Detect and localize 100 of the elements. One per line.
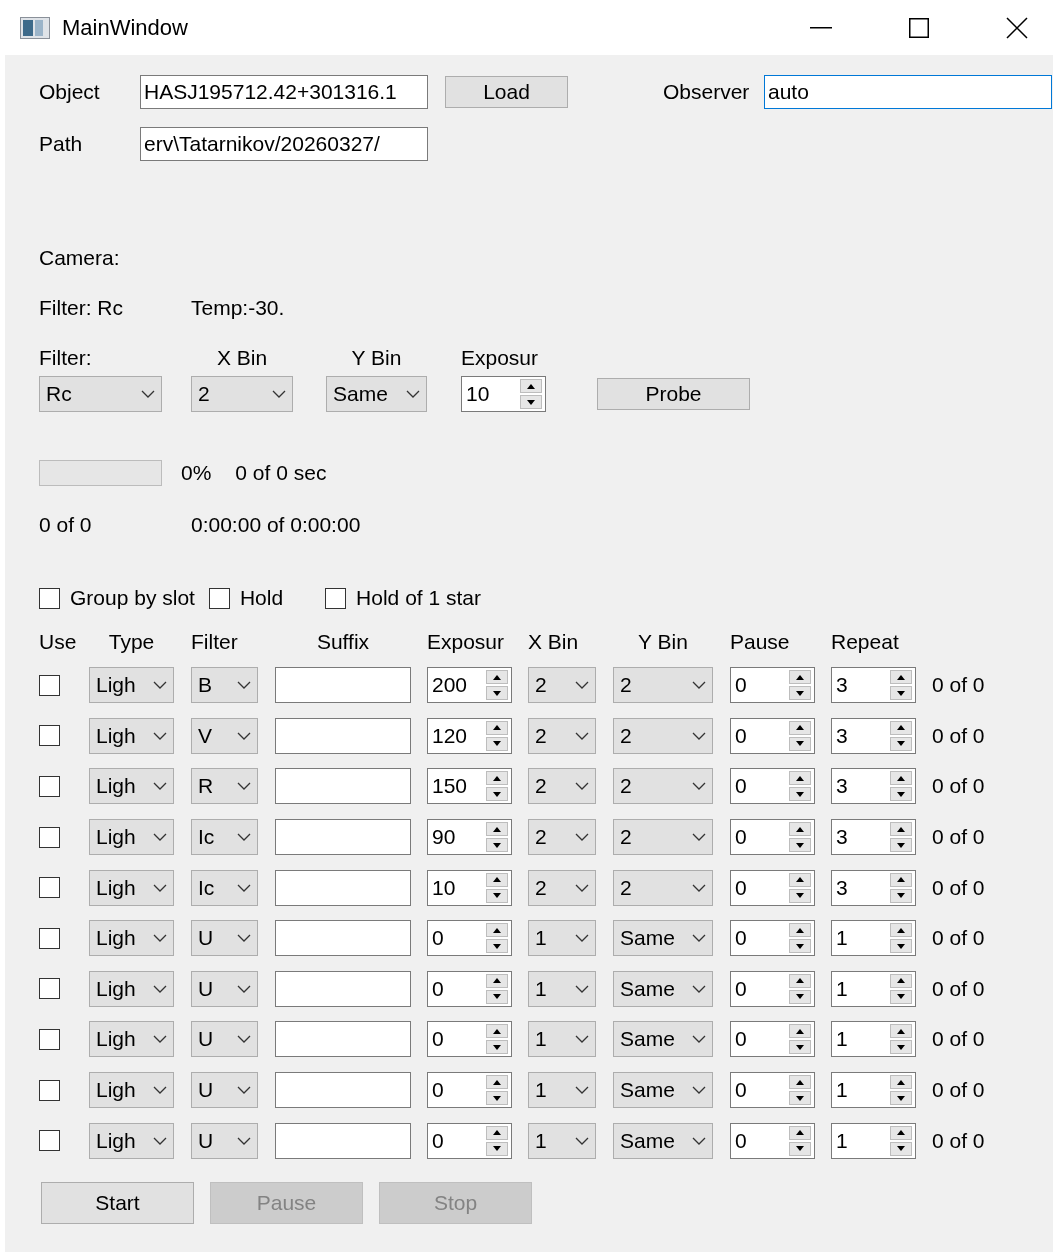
dropdown[interactable]: Ic — [191, 819, 258, 856]
step-up-button[interactable] — [486, 720, 508, 735]
dropdown[interactable]: 1 — [528, 920, 596, 957]
step-up-button[interactable] — [486, 1075, 508, 1090]
step-up-button[interactable] — [486, 670, 508, 685]
dropdown[interactable]: Ligh — [89, 1072, 174, 1109]
spin-box[interactable]: 1 — [831, 1021, 916, 1058]
step-up-button[interactable] — [789, 822, 811, 837]
dropdown[interactable]: Same — [613, 920, 713, 957]
step-up-button[interactable] — [486, 822, 508, 837]
step-down-button[interactable] — [789, 838, 811, 853]
dropdown[interactable]: Ligh — [89, 1122, 174, 1159]
checkbox[interactable] — [39, 725, 60, 747]
step-up-button[interactable] — [486, 973, 508, 988]
dropdown[interactable]: 1 — [528, 970, 596, 1007]
checkbox[interactable] — [39, 927, 60, 949]
step-up-button[interactable] — [890, 822, 912, 837]
checkbox[interactable] — [39, 877, 60, 899]
step-up-button[interactable] — [486, 872, 508, 887]
step-down-button[interactable] — [890, 1040, 912, 1055]
step-down-button[interactable] — [890, 888, 912, 903]
spin-box[interactable]: 0 — [427, 970, 512, 1007]
spin-box[interactable]: 0 — [730, 869, 815, 906]
dropdown[interactable]: Ligh — [89, 717, 174, 754]
spin-box[interactable]: 0 — [730, 1072, 815, 1109]
spin-box[interactable]: 3 — [831, 869, 916, 906]
spin-box[interactable]: 1 — [831, 1122, 916, 1159]
step-down-button[interactable] — [789, 1091, 811, 1106]
dropdown[interactable]: U — [191, 1021, 258, 1058]
step-down-button[interactable] — [520, 395, 542, 409]
dropdown[interactable]: R — [191, 768, 258, 805]
step-up-button[interactable] — [789, 872, 811, 887]
dropdown[interactable]: Ligh — [89, 869, 174, 906]
step-down-button[interactable] — [486, 736, 508, 751]
spin-box[interactable]: 150 — [427, 768, 512, 805]
dropdown[interactable]: 2 — [528, 819, 596, 856]
step-up-button[interactable] — [890, 923, 912, 938]
dropdown[interactable]: V — [191, 717, 258, 754]
spin-box[interactable]: 3 — [831, 667, 916, 704]
dropdown[interactable]: Ic — [191, 869, 258, 906]
step-down-button[interactable] — [789, 787, 811, 802]
dropdown[interactable]: 1 — [528, 1122, 596, 1159]
step-down-button[interactable] — [789, 1141, 811, 1156]
step-up-button[interactable] — [520, 379, 542, 393]
step-up-button[interactable] — [789, 670, 811, 685]
dropdown[interactable]: 1 — [528, 1021, 596, 1058]
dropdown[interactable]: 2 — [528, 667, 596, 704]
step-down-button[interactable] — [486, 939, 508, 954]
checkbox[interactable] — [39, 587, 60, 609]
dropdown[interactable]: Same — [613, 1021, 713, 1058]
dropdown[interactable]: 2 — [613, 869, 713, 906]
spin-box[interactable]: 0 — [427, 920, 512, 957]
step-up-button[interactable] — [789, 1024, 811, 1039]
dropdown[interactable]: Same — [613, 1072, 713, 1109]
step-up-button[interactable] — [789, 771, 811, 786]
dropdown[interactable]: Ligh — [89, 970, 174, 1007]
step-down-button[interactable] — [789, 686, 811, 701]
spin-box[interactable]: 3 — [831, 819, 916, 856]
step-down-button[interactable] — [890, 838, 912, 853]
object-field[interactable]: HASJ195712.42+301316.1 — [140, 75, 428, 109]
dropdown[interactable]: U — [191, 970, 258, 1007]
checkbox[interactable] — [208, 587, 230, 609]
spin-box[interactable]: 1 — [831, 970, 916, 1007]
dropdown[interactable]: 2 — [528, 869, 596, 906]
step-down-button[interactable] — [789, 939, 811, 954]
spin-box[interactable]: 0 — [730, 1021, 815, 1058]
spin-box[interactable]: 0 — [427, 1072, 512, 1109]
dropdown[interactable]: 2 — [528, 768, 596, 805]
checkbox[interactable] — [39, 1130, 60, 1152]
dropdown[interactable]: 1 — [528, 1072, 596, 1109]
spin-box[interactable]: 0 — [730, 819, 815, 856]
step-up-button[interactable] — [890, 720, 912, 735]
step-up-button[interactable] — [890, 771, 912, 786]
dropdown[interactable]: 2 — [613, 768, 713, 805]
suffix-field[interactable] — [275, 869, 411, 906]
step-up-button[interactable] — [890, 1075, 912, 1090]
checkbox[interactable] — [39, 674, 60, 696]
spin-box[interactable]: 0 — [730, 920, 815, 957]
suffix-field[interactable] — [275, 768, 411, 805]
suffix-field[interactable] — [275, 970, 411, 1007]
dropdown[interactable]: 2 — [613, 667, 713, 704]
step-down-button[interactable] — [486, 838, 508, 853]
spin-box[interactable]: 0 — [730, 717, 815, 754]
suffix-field[interactable] — [275, 819, 411, 856]
step-up-button[interactable] — [789, 973, 811, 988]
step-down-button[interactable] — [890, 1091, 912, 1106]
spin-box[interactable]: 1 — [831, 1072, 916, 1109]
spin-box[interactable]: 1 — [831, 920, 916, 957]
dropdown[interactable]: Ligh — [89, 819, 174, 856]
spin-box[interactable]: 3 — [831, 717, 916, 754]
checkbox[interactable] — [39, 978, 60, 1000]
spin-box[interactable]: 0 — [427, 1122, 512, 1159]
dropdown[interactable]: Ligh — [89, 667, 174, 704]
spin-box[interactable]: 10 — [461, 376, 546, 412]
step-up-button[interactable] — [486, 923, 508, 938]
path-field[interactable]: erv\Tatarnikov/20260327/ — [140, 127, 428, 161]
spin-box[interactable]: 10 — [427, 869, 512, 906]
checkbox[interactable] — [39, 1079, 60, 1101]
probe-button[interactable]: Probe — [597, 378, 750, 410]
step-down-button[interactable] — [486, 989, 508, 1004]
